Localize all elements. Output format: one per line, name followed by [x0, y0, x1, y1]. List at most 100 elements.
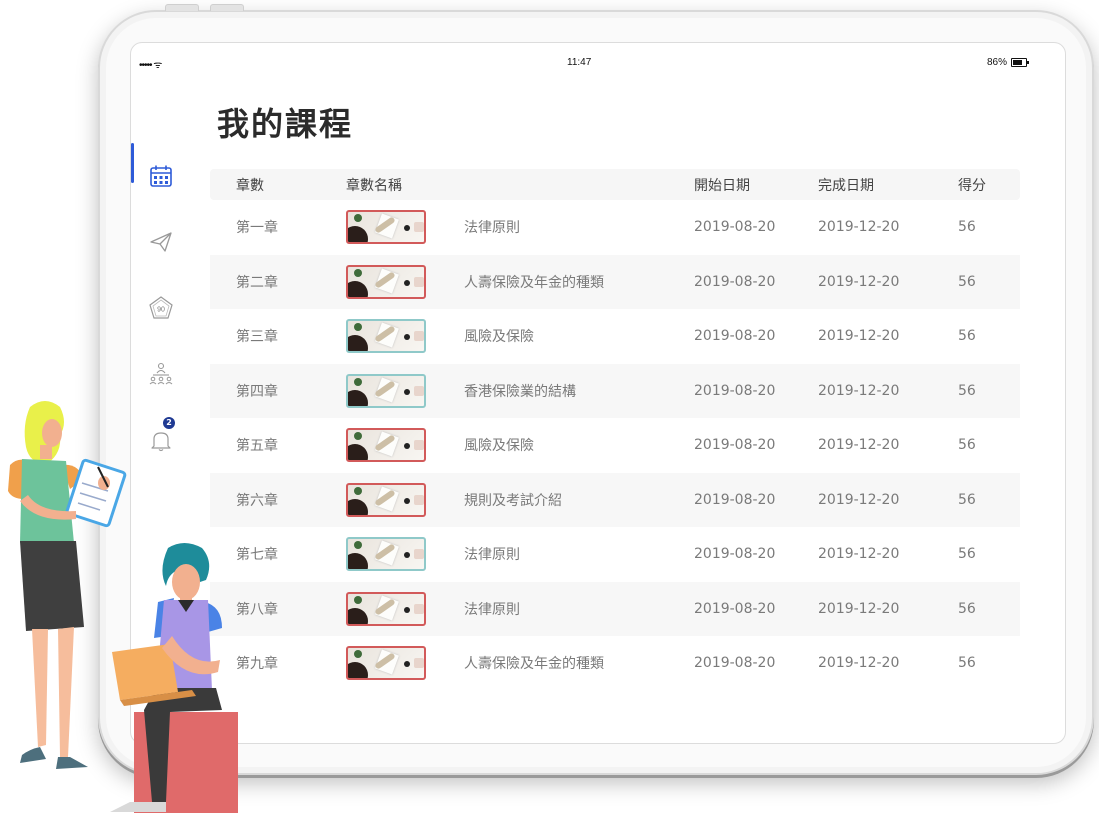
sidebar-item-score[interactable]: 90 — [131, 275, 191, 341]
chapter-thumbnail[interactable] — [346, 319, 446, 354]
man-illustration — [110, 543, 238, 813]
thumbnail-image — [346, 428, 426, 463]
chapter-name-cell[interactable]: 人壽保險及年金的種類 — [446, 653, 694, 673]
end-date-cell: 2019-12-20 — [818, 273, 900, 290]
status-time: 11:47 — [567, 57, 592, 68]
thumbnail-image — [346, 591, 426, 626]
sidebar-item-org[interactable] — [131, 341, 191, 407]
chapter-thumbnail[interactable] — [346, 591, 446, 626]
calendar-icon — [150, 165, 172, 187]
battery-indicator: 86% — [987, 57, 1030, 68]
paper-plane-icon — [150, 232, 172, 252]
score-cell: 56 — [958, 491, 976, 508]
sidebar: 90 2 — [131, 143, 191, 473]
start-date-cell: 2019-08-20 — [694, 382, 776, 399]
start-date-cell: 2019-08-20 — [694, 600, 776, 617]
table-row[interactable]: 第二章 人壽保險及年金的種類 2019-08-20 2019-12-20 56 — [210, 254, 1020, 309]
signal-indicator: ••••• ᯤ — [139, 60, 162, 71]
chapter-thumbnail[interactable] — [346, 210, 446, 245]
end-date-cell: 2019-12-20 — [818, 382, 900, 399]
table-row[interactable]: 第七章 法律原則 2019-08-20 2019-12-20 56 — [210, 527, 1020, 582]
chapter-cell: 第五章 — [236, 438, 278, 455]
end-date-cell: 2019-12-20 — [818, 655, 900, 672]
thumbnail-image — [346, 210, 426, 245]
table-row[interactable]: 第一章 法律原則 2019-08-20 2019-12-20 56 — [210, 200, 1020, 255]
chapter-thumbnail[interactable] — [346, 537, 446, 572]
table-row[interactable]: 第九章 人壽保險及年金的種類 2019-08-20 2019-12-20 56 — [210, 636, 1020, 691]
score-cell: 56 — [958, 600, 976, 617]
chapter-cell: 第一章 — [236, 220, 278, 237]
start-date-cell: 2019-08-20 — [694, 491, 776, 508]
start-date-cell: 2019-08-20 — [694, 328, 776, 345]
header-chapter: 章數 — [236, 177, 264, 194]
thumbnail-image — [346, 264, 426, 299]
org-chart-icon — [149, 362, 173, 385]
thumbnail-image — [346, 537, 426, 572]
table-row[interactable]: 第五章 風險及保險 2019-08-20 2019-12-20 56 — [210, 418, 1020, 473]
table-row[interactable]: 第八章 法律原則 2019-08-20 2019-12-20 56 — [210, 581, 1020, 636]
chapter-name-cell[interactable]: 法律原則 — [446, 544, 694, 564]
table-row[interactable]: 第四章 香港保險業的結構 2019-08-20 2019-12-20 56 — [210, 363, 1020, 418]
header-start-date: 開始日期 — [694, 177, 750, 194]
chapter-name-cell[interactable]: 風險及保險 — [446, 326, 694, 346]
score-cell: 56 — [958, 273, 976, 290]
bell-icon — [151, 432, 171, 452]
table-row[interactable]: 第六章 規則及考試介紹 2019-08-20 2019-12-20 56 — [210, 472, 1020, 527]
header-end-date: 完成日期 — [818, 177, 874, 194]
header-score: 得分 — [958, 177, 986, 194]
table-header: 章數 章數名稱 開始日期 完成日期 得分 — [210, 169, 1020, 200]
chapter-name-cell[interactable]: 法律原則 — [446, 217, 694, 237]
thumbnail-image — [346, 482, 426, 517]
chapter-cell: 第六章 — [236, 492, 278, 509]
chapter-thumbnail[interactable] — [346, 482, 446, 517]
sidebar-item-send[interactable] — [131, 209, 191, 275]
start-date-cell: 2019-08-20 — [694, 437, 776, 454]
start-date-cell: 2019-08-20 — [694, 273, 776, 290]
chapter-thumbnail[interactable] — [346, 373, 446, 408]
chapter-thumbnail[interactable] — [346, 428, 446, 463]
volume-button — [210, 4, 244, 11]
battery-percent: 86% — [987, 57, 1008, 68]
score-cell: 56 — [958, 328, 976, 345]
chapter-cell: 第四章 — [236, 383, 278, 400]
end-date-cell: 2019-12-20 — [818, 219, 900, 236]
score-icon-label: 90 — [157, 307, 165, 314]
thumbnail-image — [346, 373, 426, 408]
score-pentagon-icon: 90 — [149, 296, 173, 319]
thumbnail-image — [346, 646, 426, 681]
end-date-cell: 2019-12-20 — [818, 491, 900, 508]
chapter-cell: 第二章 — [236, 274, 278, 291]
start-date-cell: 2019-08-20 — [694, 219, 776, 236]
end-date-cell: 2019-12-20 — [818, 437, 900, 454]
chapter-name-cell[interactable]: 規則及考試介紹 — [446, 490, 694, 510]
notification-badge: 2 — [163, 417, 175, 429]
battery-icon — [1011, 58, 1030, 67]
score-cell: 56 — [958, 546, 976, 563]
page-title: 我的課程 — [217, 105, 354, 143]
end-date-cell: 2019-12-20 — [818, 328, 900, 345]
score-cell: 56 — [958, 437, 976, 454]
header-name: 章數名稱 — [346, 177, 402, 194]
start-date-cell: 2019-08-20 — [694, 546, 776, 563]
table-row[interactable]: 第三章 風險及保險 2019-08-20 2019-12-20 56 — [210, 309, 1020, 364]
end-date-cell: 2019-12-20 — [818, 600, 900, 617]
volume-button — [165, 4, 199, 11]
end-date-cell: 2019-12-20 — [818, 546, 900, 563]
chapter-name-cell[interactable]: 法律原則 — [446, 599, 694, 619]
score-cell: 56 — [958, 382, 976, 399]
sidebar-item-notifications[interactable]: 2 — [131, 407, 191, 473]
chapter-thumbnail[interactable] — [346, 264, 446, 299]
thumbnail-image — [346, 319, 426, 354]
score-cell: 56 — [958, 655, 976, 672]
chapter-thumbnail[interactable] — [346, 646, 446, 681]
chapter-name-cell[interactable]: 人壽保險及年金的種類 — [446, 272, 694, 292]
chapter-name-cell[interactable]: 香港保險業的結構 — [446, 381, 694, 401]
course-table: 章數 章數名稱 開始日期 完成日期 得分 第一章 法律原則 2019-08-20… — [210, 169, 1020, 691]
start-date-cell: 2019-08-20 — [694, 655, 776, 672]
tablet-screen: ••••• ᯤ 11:47 86% 我的課程 90 2 章數 章數名稱 開始日期… — [130, 42, 1066, 744]
sidebar-item-calendar[interactable] — [131, 143, 191, 209]
chapter-cell: 第三章 — [236, 329, 278, 346]
chapter-name-cell[interactable]: 風險及保險 — [446, 435, 694, 455]
score-cell: 56 — [958, 219, 976, 236]
table-body: 第一章 法律原則 2019-08-20 2019-12-20 56 第二章 人壽… — [210, 200, 1020, 691]
